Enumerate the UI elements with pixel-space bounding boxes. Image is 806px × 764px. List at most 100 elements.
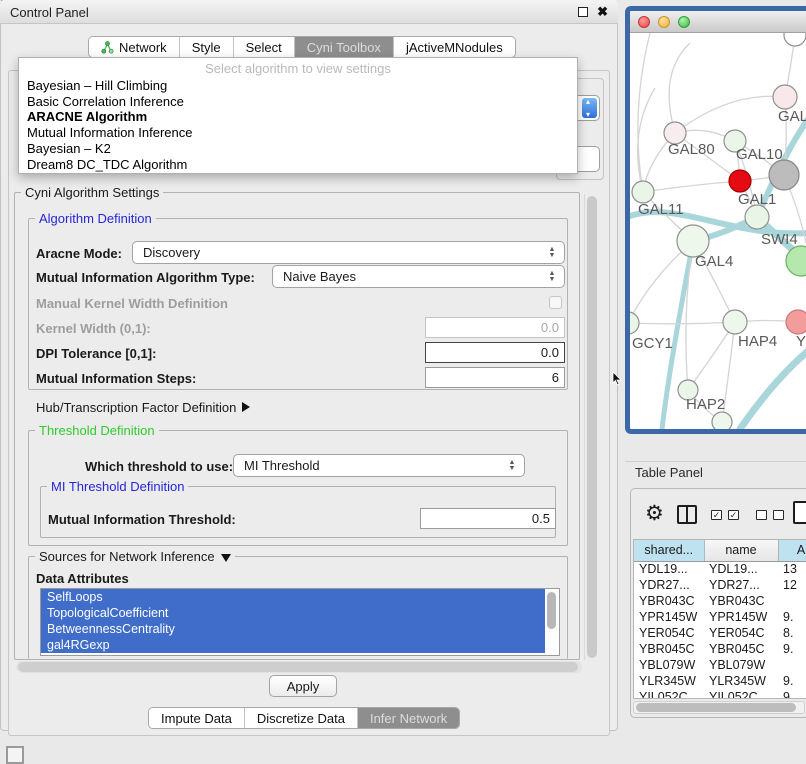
which-threshold-label: Which threshold to use: — [85, 459, 233, 474]
node-swi4[interactable] — [745, 205, 769, 229]
control-panel-titlebar: Control Panel ✖ — [0, 0, 618, 24]
tab-cyni-toolbox[interactable]: Cyni Toolbox — [295, 37, 394, 57]
table-panel: ⚙ ✓ ✓ shared... name A YDL19...YDL19...1… — [630, 488, 806, 718]
hub-section-toggle[interactable]: Hub/Transcription Factor Definition — [36, 400, 250, 415]
algorithm-option[interactable]: Dream8 DC_TDC Algorithm — [19, 157, 577, 173]
node[interactable] — [712, 412, 732, 429]
table-row[interactable]: YDL19...YDL19...13 — [634, 561, 806, 577]
mi-algorithm-type-combobox[interactable]: Naive Bayes ▲▼ — [272, 265, 565, 288]
page-icon[interactable] — [793, 501, 806, 524]
attribute-item-selected[interactable]: SelfLoops — [41, 589, 545, 605]
attribute-item-selected[interactable]: BetweennessCentrality — [41, 621, 545, 637]
mi-steps-label: Mutual Information Steps: — [36, 371, 196, 386]
dpi-tolerance-label: DPI Tolerance [0,1]: — [36, 346, 156, 361]
svg-text:GAL80: GAL80 — [668, 141, 715, 158]
node-gcy1[interactable] — [630, 312, 639, 334]
data-attributes-label: Data Attributes — [36, 571, 129, 586]
close-icon[interactable]: ✖ — [597, 4, 608, 20]
attribute-item-selected[interactable]: gal4RGexp — [41, 637, 545, 653]
tab-infer-network[interactable]: Infer Network — [358, 708, 459, 728]
unchecked-checkbox-icon[interactable] — [756, 510, 767, 520]
table-row[interactable]: YBR043CYBR043C — [634, 593, 806, 609]
network-view-window[interactable]: GAL GAL80 GAL10 GAL1 GAL11 SWI4 GAL4 GCY… — [625, 6, 806, 434]
columns-icon[interactable] — [677, 505, 697, 524]
table-row[interactable]: YPR145WYPR145W9. — [634, 609, 806, 625]
panel-divider — [625, 461, 806, 462]
gear-icon[interactable]: ⚙ — [645, 503, 664, 524]
node-gal1-highlighted[interactable] — [729, 170, 751, 192]
mi-threshold-label: Mutual Information Threshold: — [48, 512, 236, 527]
chevron-down-icon[interactable] — [221, 554, 231, 562]
svg-text:GAL: GAL — [778, 108, 806, 125]
table-horizontal-scrollbar[interactable] — [633, 701, 805, 714]
tab-style[interactable]: Style — [180, 37, 234, 57]
svg-text:GAL1: GAL1 — [738, 191, 776, 208]
mi-steps-input[interactable]: 6 — [425, 367, 565, 388]
node-gray[interactable] — [769, 160, 799, 190]
network-icon — [101, 41, 114, 54]
close-traffic-light-icon[interactable] — [638, 16, 650, 28]
mouse-cursor — [612, 372, 622, 386]
tab-jactivemnodules[interactable]: jActiveMNodules — [394, 37, 515, 57]
svg-text:GAL4: GAL4 — [695, 253, 733, 270]
dpi-tolerance-input[interactable]: 0.0 — [425, 342, 565, 363]
column-header-shared-name[interactable]: shared... — [634, 540, 704, 561]
node-table[interactable]: shared... name A YDL19...YDL19...13 YDR2… — [633, 539, 806, 699]
zoom-traffic-light-icon[interactable] — [678, 16, 690, 28]
tab-network[interactable]: Network — [89, 37, 180, 57]
algorithm-option-selected[interactable]: ARACNE Algorithm — [19, 109, 577, 125]
minimize-traffic-light-icon[interactable] — [658, 16, 670, 28]
kernel-width-input[interactable]: 0.0 — [425, 317, 565, 338]
column-header[interactable]: A — [778, 540, 806, 561]
settings-vertical-scrollbar[interactable] — [584, 194, 598, 660]
svg-text:Y: Y — [796, 333, 806, 350]
combo-stepper-icon: ▲▼ — [505, 460, 519, 472]
table-row[interactable]: YBL079WYBL079W — [634, 657, 806, 673]
algorithm-option[interactable]: Basic Correlation Inference — [19, 94, 577, 110]
settings-horizontal-scrollbar[interactable] — [16, 661, 582, 673]
tab-select[interactable]: Select — [234, 37, 295, 57]
table-row[interactable]: YIL052CYIL052C9. — [634, 689, 806, 699]
algorithm-option[interactable]: Bayesian – Hill Climbing — [19, 78, 577, 94]
docked-panel-icon[interactable] — [6, 746, 24, 764]
node-salmon[interactable] — [786, 310, 806, 334]
checked-checkbox-icon[interactable]: ✓ — [711, 510, 722, 520]
table-row[interactable]: YLR345WYLR345W9. — [634, 673, 806, 689]
algorithm-option[interactable]: Mutual Information Inference — [19, 125, 577, 141]
column-header-name[interactable]: name — [704, 540, 778, 561]
control-panel-title: Control Panel — [10, 5, 89, 20]
svg-text:GAL10: GAL10 — [736, 146, 783, 163]
algorithm-option[interactable]: Bayesian – K2 — [19, 141, 577, 157]
attributes-scrollbar[interactable] — [546, 590, 558, 654]
manual-kernel-width-checkbox[interactable] — [549, 296, 562, 309]
table-row[interactable]: YDR27...YDR27...12 — [634, 577, 806, 593]
table-row[interactable]: YBR045CYBR045C9. — [634, 641, 806, 657]
mi-algorithm-type-label: Mutual Information Algorithm Type: — [36, 270, 255, 285]
unchecked-checkbox-icon[interactable] — [773, 510, 784, 520]
control-panel-tabbar: Network Style Select Cyni Toolbox jActiv… — [88, 36, 516, 58]
tab-discretize-data[interactable]: Discretize Data — [245, 708, 358, 728]
tab-impute-data[interactable]: Impute Data — [149, 708, 245, 728]
attribute-item-selected[interactable]: TopologicalCoefficient — [41, 605, 545, 621]
data-attributes-list[interactable]: SelfLoops TopologicalCoefficient Between… — [40, 588, 560, 656]
which-threshold-combobox[interactable]: MI Threshold ▲▼ — [233, 454, 525, 477]
network-window-titlebar — [630, 11, 806, 33]
svg-text:SWI4: SWI4 — [761, 231, 798, 248]
network-canvas[interactable]: GAL GAL80 GAL10 GAL1 GAL11 SWI4 GAL4 GCY… — [630, 33, 806, 429]
combo-stepper-icon: ▲▼ — [545, 271, 559, 283]
node-gal[interactable] — [773, 85, 797, 109]
apply-button[interactable]: Apply — [269, 675, 337, 697]
table-row[interactable]: YER054CYER054C8. — [634, 625, 806, 641]
manual-kernel-width-label: Manual Kernel Width Definition — [36, 296, 228, 311]
tab-network-label: Network — [119, 40, 167, 55]
float-window-icon[interactable] — [578, 7, 588, 17]
checked-checkbox-icon[interactable]: ✓ — [728, 510, 739, 520]
aracne-mode-label: Aracne Mode: — [36, 246, 122, 261]
node-hap4[interactable] — [723, 310, 747, 334]
mi-threshold-input[interactable]: 0.5 — [420, 508, 556, 529]
aracne-mode-combobox[interactable]: Discovery ▲▼ — [132, 241, 565, 264]
node-gal11[interactable] — [632, 181, 654, 203]
node[interactable] — [784, 33, 806, 46]
kernel-width-label: Kernel Width (0,1): — [36, 321, 151, 336]
combo-stepper-icon — [582, 98, 597, 118]
